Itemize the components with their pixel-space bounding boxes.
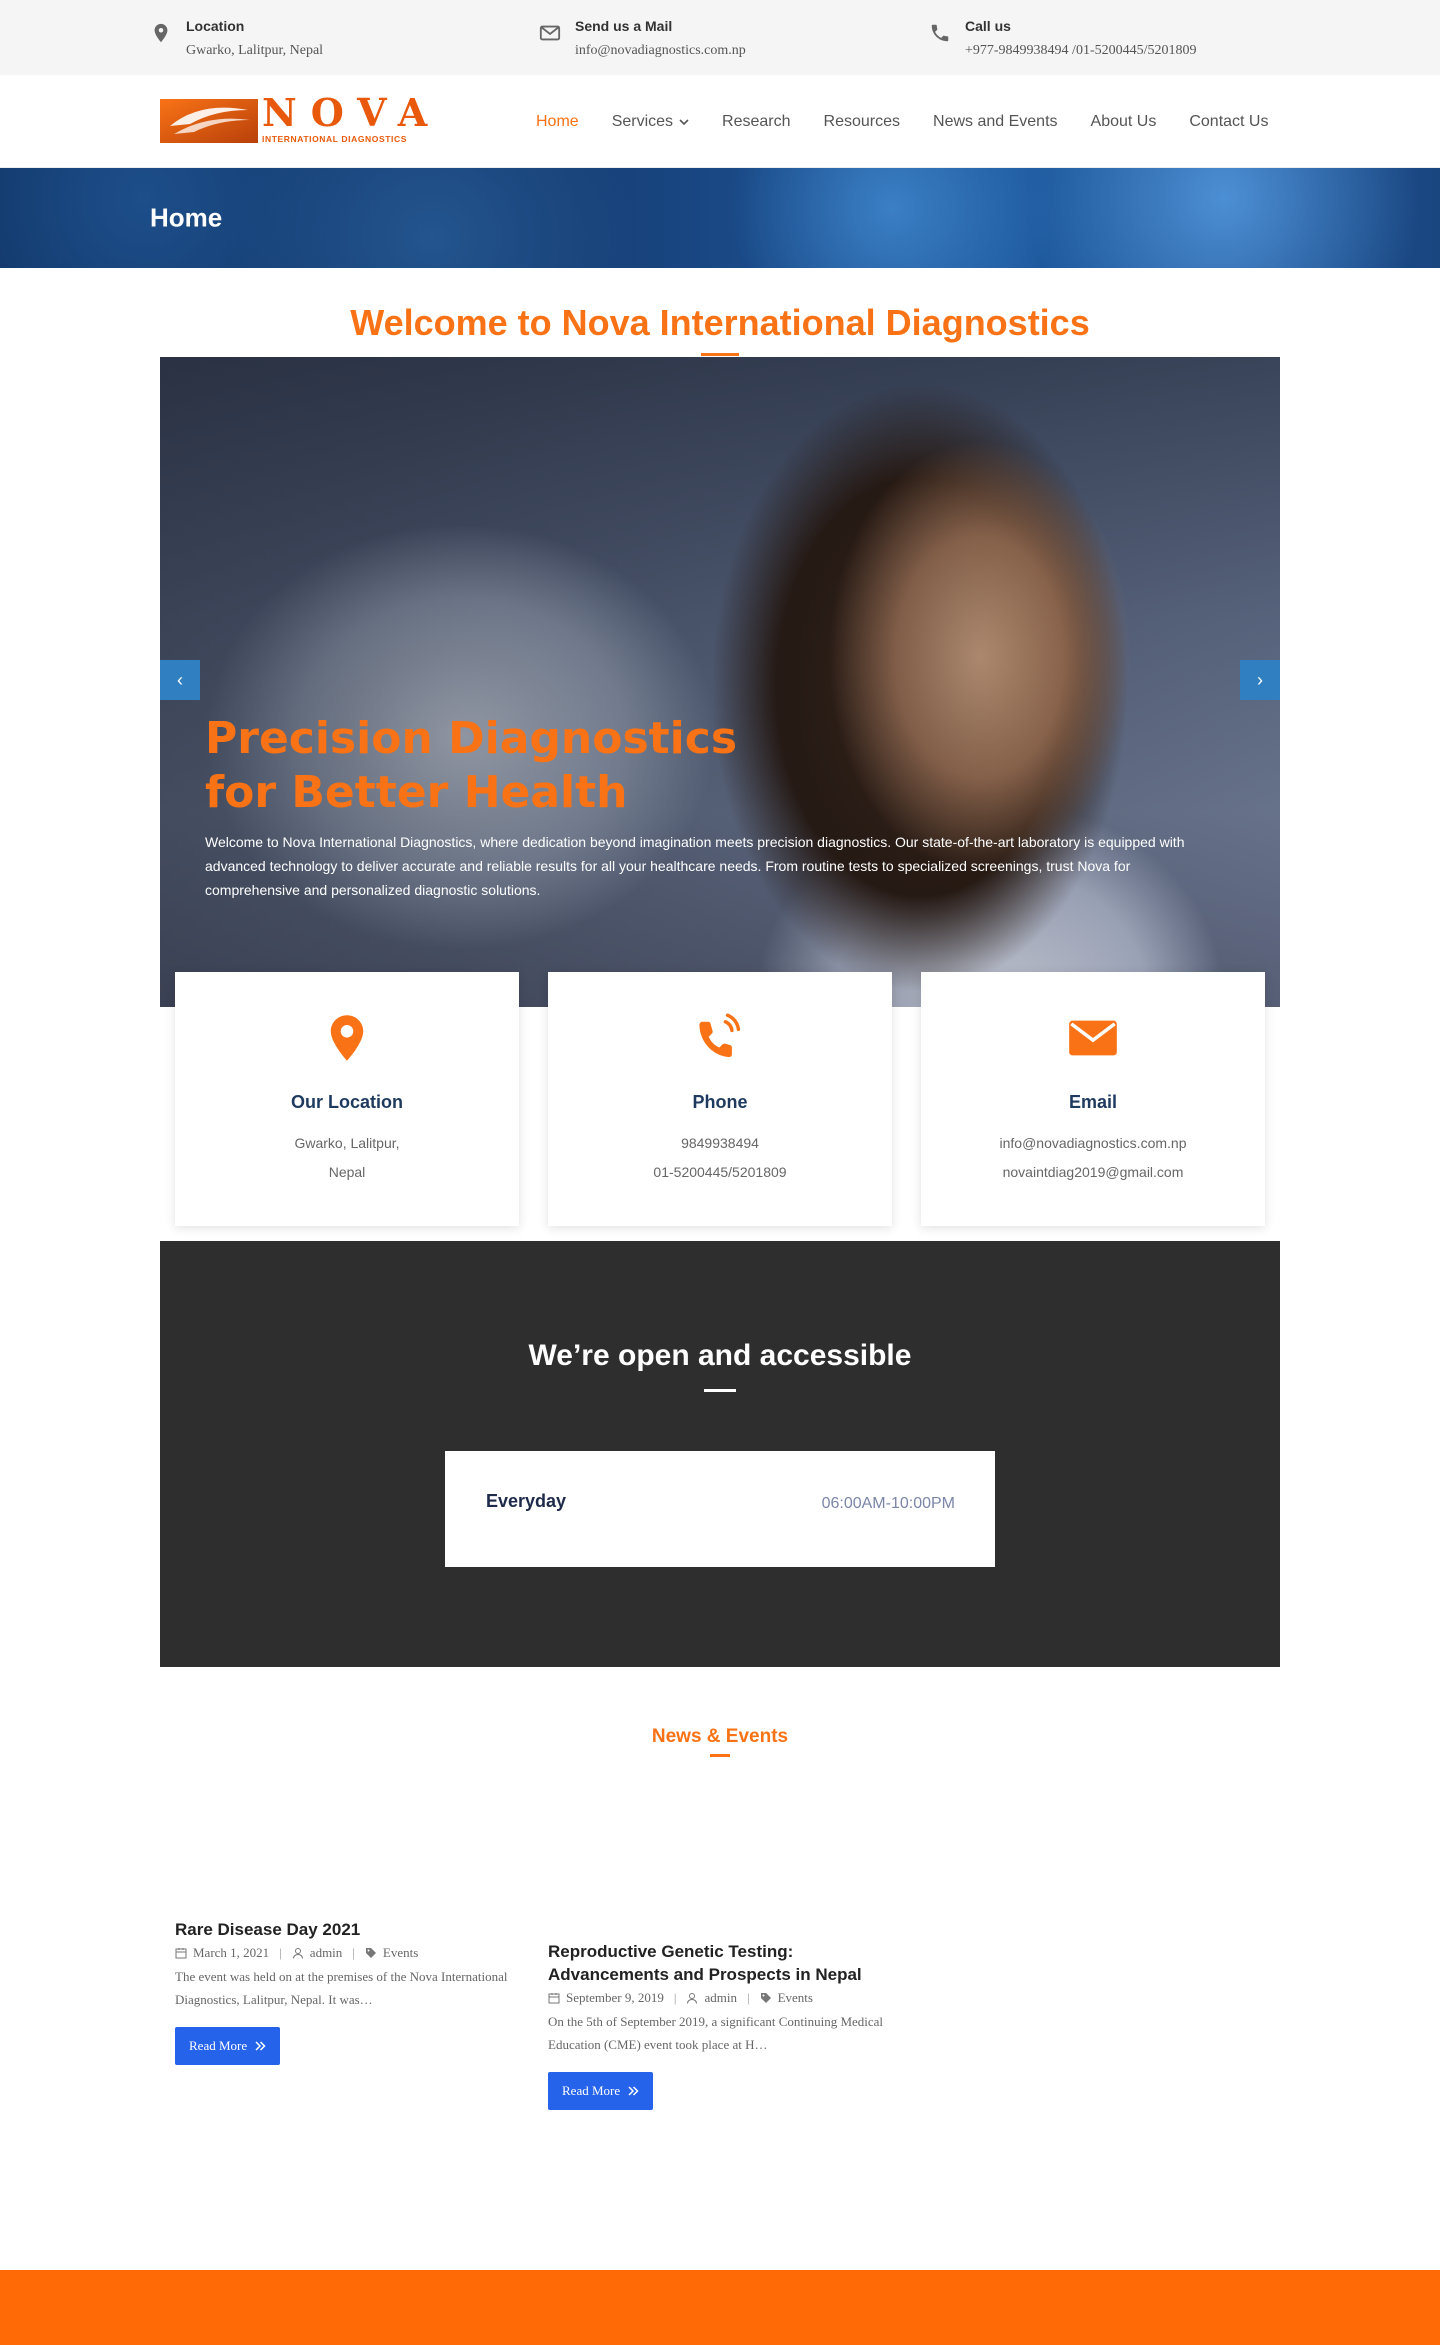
post-title[interactable]: Rare Disease Day 2021 <box>175 1918 520 1941</box>
hero-title-line1: Precision Diagnostics <box>205 713 738 764</box>
user-icon <box>687 1993 698 2004</box>
news-post: Reproductive Genetic Testing: Advancemen… <box>548 1940 893 2110</box>
welcome-underline <box>701 353 739 356</box>
chevron-down-icon <box>679 118 689 125</box>
topbar-call-value[interactable]: +977-9849938494 /01-5200445/5201809 <box>965 42 1197 60</box>
card-email-line2[interactable]: novaintdiag2019@gmail.com <box>921 1164 1265 1180</box>
news-section-title: News & Events <box>651 1726 789 1747</box>
nav-contact-us[interactable]: Contact Us <box>1189 113 1268 131</box>
nav-services[interactable]: Services <box>612 113 689 131</box>
nav-services-label: Services <box>611 112 674 130</box>
hours-day: Everyday <box>486 1491 567 1511</box>
location-pin-icon <box>154 23 168 43</box>
card-email-line1[interactable]: info@novadiagnostics.com.np <box>921 1135 1265 1151</box>
post-date: September 9, 2019 <box>566 1990 664 2005</box>
card-location-line2: Nepal <box>328 1164 366 1180</box>
post-category[interactable]: Events <box>383 1945 418 1961</box>
phone-icon <box>699 1013 741 1058</box>
double-chevron-right-icon <box>255 2041 266 2051</box>
double-chevron-right-icon <box>628 2086 639 2096</box>
opening-hours-section: We’re open and accessible Everyday 06:00… <box>160 1241 1280 1667</box>
page-title: Home <box>150 202 223 233</box>
post-category[interactable]: Events <box>778 1990 813 2006</box>
hero-description: Welcome to Nova International Diagnostic… <box>205 834 1185 898</box>
site-logo[interactable]: NOVA INTERNATIONAL DIAGNOSTICS <box>160 90 432 146</box>
topbar-location-value: Gwarko, Lalitpur, Nepal <box>186 43 324 58</box>
hero-title: Precision Diagnostics for Better Health <box>205 712 765 820</box>
phone-icon <box>931 24 949 42</box>
read-more-label: Read More <box>562 2083 621 2098</box>
calendar-icon <box>548 1993 560 2004</box>
footer-band <box>0 2270 1440 2345</box>
post-meta: September 9, 2019 | admin | Events <box>548 1990 893 2006</box>
hero-title-line2: for Better Health <box>205 767 628 818</box>
opening-hours-title: We’re open and accessible <box>528 1339 912 1372</box>
read-more-label: Read More <box>189 2038 248 2053</box>
topbar-location: Location Gwarko, Lalitpur, Nepal <box>150 16 323 60</box>
slider-next-button[interactable]: › <box>1240 660 1280 700</box>
nav-about-us[interactable]: About Us <box>1091 113 1157 131</box>
post-meta: March 1, 2021 | admin | Events <box>175 1945 520 1961</box>
topbar-mail-title: Send us a Mail <box>575 18 673 34</box>
slider-prev-button[interactable]: ‹ <box>160 660 200 700</box>
post-excerpt: On the 5th of September 2019, a signific… <box>548 2014 884 2052</box>
location-pin-icon <box>330 1015 364 1061</box>
news-title-underline <box>710 1754 730 1757</box>
read-more-button[interactable]: Read More <box>548 2072 654 2110</box>
nav-research[interactable]: Research <box>722 113 790 131</box>
hours-time: 06:00AM-10:00PM <box>821 1495 955 1512</box>
read-more-button[interactable]: Read More <box>175 2027 281 2065</box>
nav-news-and-events[interactable]: News and Events <box>933 113 1058 131</box>
topbar-location-title: Location <box>186 18 245 34</box>
post-author[interactable]: admin <box>704 1990 737 2006</box>
site-header: NOVA INTERNATIONAL DIAGNOSTICS Home Serv… <box>0 75 1440 168</box>
card-phone-line2[interactable]: 01-5200445/5201809 <box>548 1164 892 1180</box>
nav-home[interactable]: Home <box>536 113 579 131</box>
chevron-right-icon: › <box>1257 669 1263 690</box>
news-post: Rare Disease Day 2021 March 1, 2021 | ad… <box>175 1918 520 2065</box>
post-title[interactable]: Reproductive Genetic Testing: Advancemen… <box>548 1940 893 1986</box>
topbar-call-title: Call us <box>965 18 1011 34</box>
user-icon <box>292 1948 303 1959</box>
logo-wordmark: NOVA <box>262 90 442 135</box>
envelope-icon <box>1069 1020 1117 1056</box>
card-phone-title: Phone <box>692 1092 748 1112</box>
hero-slider: Precision Diagnostics for Better Health … <box>160 357 1280 1007</box>
page-banner: Home <box>0 168 1440 268</box>
topbar-mail: Send us a Mail info@novadiagnostics.com.… <box>539 16 746 60</box>
logo-tagline: INTERNATIONAL DIAGNOSTICS <box>262 134 408 144</box>
chevron-left-icon: ‹ <box>177 669 183 690</box>
top-info-bar: Location Gwarko, Lalitpur, Nepal Send us… <box>0 0 1440 75</box>
card-email-title: Email <box>1068 1092 1118 1112</box>
contact-cards: Our Location Gwarko, Lalitpur, Nepal Pho… <box>175 972 1265 1226</box>
nav-resources[interactable]: Resources <box>824 113 900 131</box>
envelope-icon <box>539 25 561 41</box>
calendar-icon <box>175 1948 187 1959</box>
topbar-mail-value[interactable]: info@novadiagnostics.com.np <box>575 42 746 60</box>
tags-icon <box>760 1993 771 2003</box>
post-excerpt: The event was held on at the premises of… <box>175 1969 508 2007</box>
topbar-call: Call us +977-9849938494 /01-5200445/5201… <box>929 16 1197 60</box>
hero-image-overlay <box>160 357 1280 1007</box>
tags-icon <box>365 1948 376 1958</box>
opening-hours-underline <box>704 1389 736 1392</box>
card-phone: Phone 9849938494 01-5200445/5201809 <box>548 972 892 1226</box>
post-author[interactable]: admin <box>310 1945 343 1961</box>
card-email: Email info@novadiagnostics.com.np novain… <box>921 972 1265 1226</box>
card-location-title: Our Location <box>291 1092 403 1112</box>
welcome-heading: Welcome to Nova International Diagnostic… <box>350 302 1090 343</box>
opening-hours-box: Everyday 06:00AM-10:00PM <box>445 1451 995 1567</box>
post-date: March 1, 2021 <box>193 1945 270 1960</box>
card-phone-line1[interactable]: 9849938494 <box>548 1135 892 1151</box>
main-nav: Home Services Research Resources News an… <box>536 75 1268 168</box>
card-location-line1: Gwarko, Lalitpur, <box>294 1135 400 1151</box>
card-location: Our Location Gwarko, Lalitpur, Nepal <box>175 972 519 1226</box>
